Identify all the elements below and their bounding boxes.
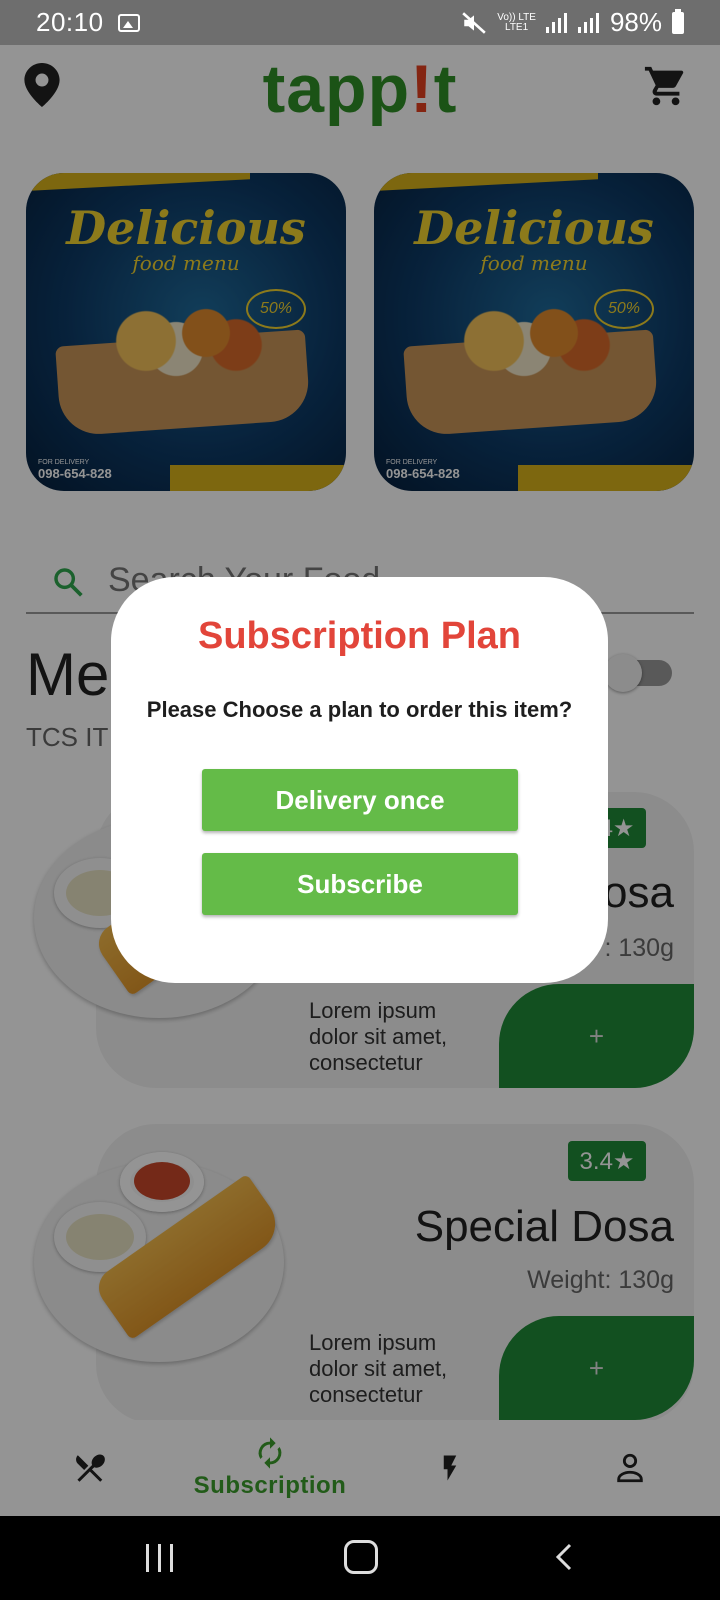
status-bar: 20:10 Vo)) LTE LTE1 98%	[0, 0, 720, 45]
back-icon[interactable]	[552, 1542, 576, 1572]
dialog-title: Subscription Plan	[197, 615, 522, 657]
subscribe-button[interactable]: Subscribe	[202, 853, 518, 915]
signal-icon-2	[577, 12, 600, 33]
system-nav-bar	[0, 1516, 720, 1600]
battery-percent: 98%	[609, 7, 662, 37]
signal-icon-1	[545, 12, 568, 33]
battery-icon	[672, 8, 684, 34]
status-time: 20:10	[36, 7, 104, 37]
home-icon[interactable]	[344, 1540, 378, 1574]
mute-icon	[462, 11, 486, 34]
network-type-bottom: LTE1	[505, 21, 529, 33]
recent-apps-icon[interactable]	[146, 1544, 176, 1572]
subscription-dialog: Subscription Plan Please Choose a plan t…	[111, 577, 608, 983]
gallery-notification-icon	[117, 13, 140, 32]
status-indicators: Vo)) LTE LTE1 98%	[461, 7, 684, 38]
delivery-once-button[interactable]: Delivery once	[202, 769, 518, 831]
network-type: Vo)) LTE LTE1	[497, 12, 536, 33]
dialog-message: Please Choose a plan to order this item?	[146, 697, 573, 722]
